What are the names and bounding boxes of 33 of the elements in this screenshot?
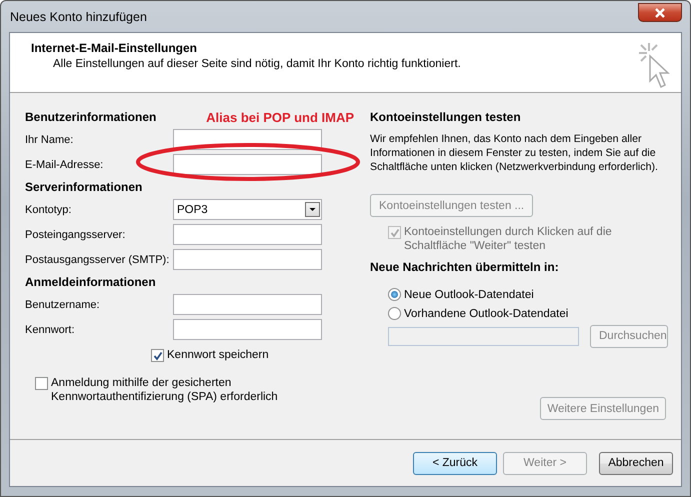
field-label: Ihr Name: (25, 134, 74, 146)
account-type-dropdown[interactable]: POP3 (173, 199, 322, 220)
checkmark-icon (152, 350, 162, 360)
input-field[interactable] (173, 294, 322, 315)
field-label: E-Mail-Adresse: (25, 158, 104, 170)
section-heading: Neue Nachrichten übermitteln in: (370, 259, 560, 276)
checkmark-icon (390, 228, 400, 238)
radio-option[interactable]: Vorhandene Outlook-Datendatei (388, 304, 671, 323)
close-icon (654, 8, 666, 18)
input-field[interactable] (173, 249, 322, 270)
input-field[interactable] (173, 224, 322, 245)
header-title: Internet-E-Mail-Einstellungen (31, 41, 198, 55)
input-field[interactable] (173, 319, 322, 340)
header-subtitle: Alle Einstellungen auf dieser Seite sind nötig, damit Ihr Konto richtig funktioniert. (53, 58, 461, 70)
field-label: Kontotyp: (25, 204, 72, 216)
annotation-text: Alias bei POP und IMAP (206, 110, 354, 124)
save-password-checkbox[interactable]: Kennwort speichern (151, 348, 360, 362)
spa-checkbox[interactable]: Anmeldung mithilfe der gesicherten Kennwortauthentifizierung (SPA) erforderlich (35, 376, 355, 404)
footer-button[interactable]: < Zurück (413, 452, 497, 474)
section-heading: Serverinformationen (25, 179, 144, 196)
input-field[interactable] (173, 154, 322, 175)
section-heading: Benutzerinformationen (25, 109, 156, 126)
description-text: Wir empfehlen Ihnen, das Konto nach dem Eingeben aller Informationen in diesem Fenster zu testen, indem Sie auf die Schaltfläche unten klicken (Netzwerkverbindung erforderlich). (370, 132, 659, 174)
field-label: Posteingangsserver: (25, 228, 126, 240)
field-label: Benutzername: (25, 298, 101, 310)
section-heading: Kontoeinstellungen testen (370, 109, 522, 126)
window-title: Neues Konto hinzufügen (9, 10, 147, 24)
radio-option[interactable]: Neue Outlook-Datendatei (388, 285, 671, 304)
section-heading: Anmeldeinformationen (25, 274, 157, 291)
field-label: Kennwort: (25, 324, 76, 336)
close-button[interactable] (638, 3, 682, 22)
footer-button[interactable]: Abbrechen (599, 452, 673, 474)
field-label: Postausgangsserver (SMTP): (25, 254, 170, 266)
